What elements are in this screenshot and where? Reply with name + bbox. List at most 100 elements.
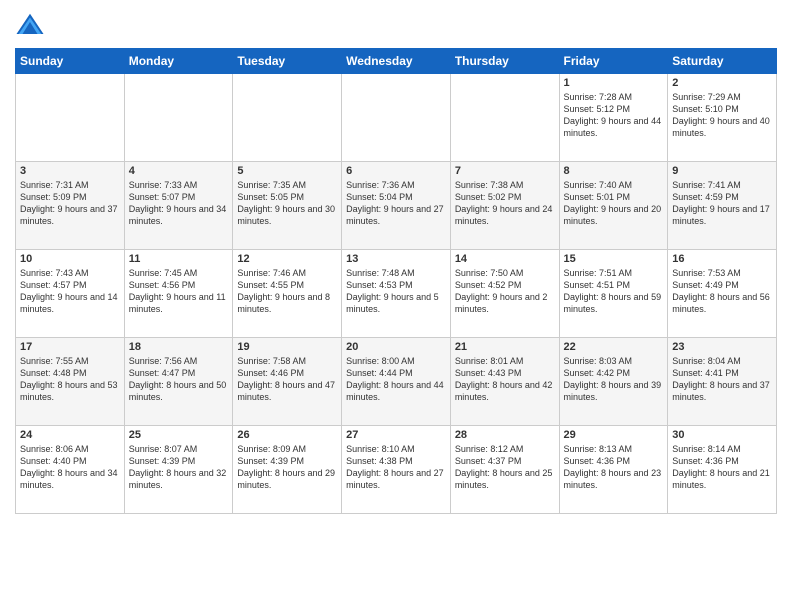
day-number: 18 xyxy=(129,341,229,353)
day-number: 2 xyxy=(672,77,772,89)
logo xyxy=(15,10,49,40)
day-number: 5 xyxy=(237,165,337,177)
calendar-table: SundayMondayTuesdayWednesdayThursdayFrid… xyxy=(15,48,777,514)
calendar-cell: 26 Sunrise: 8:09 AM Sunset: 4:39 PM Dayli… xyxy=(233,426,342,514)
calendar-cell: 30 Sunrise: 8:14 AM Sunset: 4:36 PM Dayli… xyxy=(668,426,777,514)
calendar-cell: 17 Sunrise: 7:55 AM Sunset: 4:48 PM Dayli… xyxy=(16,338,125,426)
day-info: Sunrise: 8:03 AM Sunset: 4:42 PM Dayligh… xyxy=(564,355,664,404)
day-number: 9 xyxy=(672,165,772,177)
day-number: 20 xyxy=(346,341,446,353)
day-info: Sunrise: 7:55 AM Sunset: 4:48 PM Dayligh… xyxy=(20,355,120,404)
calendar-cell: 27 Sunrise: 8:10 AM Sunset: 4:38 PM Dayli… xyxy=(342,426,451,514)
calendar-cell: 12 Sunrise: 7:46 AM Sunset: 4:55 PM Dayli… xyxy=(233,250,342,338)
day-number: 26 xyxy=(237,429,337,441)
day-info: Sunrise: 7:36 AM Sunset: 5:04 PM Dayligh… xyxy=(346,179,446,228)
weekday-header-monday: Monday xyxy=(124,49,233,74)
calendar-cell xyxy=(16,74,125,162)
calendar-cell: 1Sunrise: 7:28 AM Sunset: 5:12 PM Daylig… xyxy=(559,74,668,162)
day-number: 28 xyxy=(455,429,555,441)
day-number: 19 xyxy=(237,341,337,353)
week-row-2: 3 Sunrise: 7:31 AM Sunset: 5:09 PM Daylig… xyxy=(16,162,777,250)
day-info: Sunrise: 8:13 AM Sunset: 4:36 PM Dayligh… xyxy=(564,443,664,492)
day-number: 24 xyxy=(20,429,120,441)
day-info: Sunrise: 8:04 AM Sunset: 4:41 PM Dayligh… xyxy=(672,355,772,404)
day-number: 12 xyxy=(237,253,337,265)
day-info: Sunrise: 7:56 AM Sunset: 4:47 PM Dayligh… xyxy=(129,355,229,404)
day-number: 21 xyxy=(455,341,555,353)
day-info: Sunrise: 7:31 AM Sunset: 5:09 PM Dayligh… xyxy=(20,179,120,228)
day-info: Sunrise: 7:58 AM Sunset: 4:46 PM Dayligh… xyxy=(237,355,337,404)
day-number: 13 xyxy=(346,253,446,265)
day-number: 3 xyxy=(20,165,120,177)
weekday-header-saturday: Saturday xyxy=(668,49,777,74)
header xyxy=(15,10,777,40)
day-info: Sunrise: 8:01 AM Sunset: 4:43 PM Dayligh… xyxy=(455,355,555,404)
day-info: Sunrise: 7:46 AM Sunset: 4:55 PM Dayligh… xyxy=(237,267,337,316)
day-info: Sunrise: 7:53 AM Sunset: 4:49 PM Dayligh… xyxy=(672,267,772,316)
weekday-header-thursday: Thursday xyxy=(450,49,559,74)
day-info: Sunrise: 7:29 AM Sunset: 5:10 PM Dayligh… xyxy=(672,91,772,140)
day-info: Sunrise: 7:41 AM Sunset: 4:59 PM Dayligh… xyxy=(672,179,772,228)
calendar-cell: 8Sunrise: 7:40 AM Sunset: 5:01 PM Daylig… xyxy=(559,162,668,250)
day-number: 1 xyxy=(564,77,664,89)
page: SundayMondayTuesdayWednesdayThursdayFrid… xyxy=(0,0,792,612)
weekday-header-sunday: Sunday xyxy=(16,49,125,74)
day-info: Sunrise: 7:35 AM Sunset: 5:05 PM Dayligh… xyxy=(237,179,337,228)
day-info: Sunrise: 7:48 AM Sunset: 4:53 PM Dayligh… xyxy=(346,267,446,316)
day-number: 11 xyxy=(129,253,229,265)
calendar-cell: 16 Sunrise: 7:53 AM Sunset: 4:49 PM Dayli… xyxy=(668,250,777,338)
calendar-cell: 19 Sunrise: 7:58 AM Sunset: 4:46 PM Dayli… xyxy=(233,338,342,426)
day-info: Sunrise: 8:00 AM Sunset: 4:44 PM Dayligh… xyxy=(346,355,446,404)
calendar-cell: 14Sunrise: 7:50 AM Sunset: 4:52 PM Dayli… xyxy=(450,250,559,338)
calendar-cell: 11 Sunrise: 7:45 AM Sunset: 4:56 PM Dayli… xyxy=(124,250,233,338)
day-number: 27 xyxy=(346,429,446,441)
calendar-cell: 9 Sunrise: 7:41 AM Sunset: 4:59 PM Daylig… xyxy=(668,162,777,250)
calendar-cell: 29 Sunrise: 8:13 AM Sunset: 4:36 PM Dayli… xyxy=(559,426,668,514)
calendar-cell: 15 Sunrise: 7:51 AM Sunset: 4:51 PM Dayli… xyxy=(559,250,668,338)
week-row-1: 1Sunrise: 7:28 AM Sunset: 5:12 PM Daylig… xyxy=(16,74,777,162)
day-number: 16 xyxy=(672,253,772,265)
day-info: Sunrise: 7:51 AM Sunset: 4:51 PM Dayligh… xyxy=(564,267,664,316)
calendar-cell: 7 Sunrise: 7:38 AM Sunset: 5:02 PM Daylig… xyxy=(450,162,559,250)
calendar-cell: 10 Sunrise: 7:43 AM Sunset: 4:57 PM Dayli… xyxy=(16,250,125,338)
day-number: 17 xyxy=(20,341,120,353)
day-info: Sunrise: 7:45 AM Sunset: 4:56 PM Dayligh… xyxy=(129,267,229,316)
day-info: Sunrise: 7:33 AM Sunset: 5:07 PM Dayligh… xyxy=(129,179,229,228)
weekday-header-tuesday: Tuesday xyxy=(233,49,342,74)
day-info: Sunrise: 7:38 AM Sunset: 5:02 PM Dayligh… xyxy=(455,179,555,228)
day-number: 4 xyxy=(129,165,229,177)
calendar-cell: 4 Sunrise: 7:33 AM Sunset: 5:07 PM Daylig… xyxy=(124,162,233,250)
calendar-cell: 21 Sunrise: 8:01 AM Sunset: 4:43 PM Dayli… xyxy=(450,338,559,426)
calendar-cell xyxy=(124,74,233,162)
weekday-header-friday: Friday xyxy=(559,49,668,74)
day-info: Sunrise: 7:40 AM Sunset: 5:01 PM Dayligh… xyxy=(564,179,664,228)
calendar-cell: 23Sunrise: 8:04 AM Sunset: 4:41 PM Dayli… xyxy=(668,338,777,426)
day-number: 10 xyxy=(20,253,120,265)
calendar-cell: 25 Sunrise: 8:07 AM Sunset: 4:39 PM Dayli… xyxy=(124,426,233,514)
day-info: Sunrise: 7:50 AM Sunset: 4:52 PM Dayligh… xyxy=(455,267,555,316)
calendar-cell: 18 Sunrise: 7:56 AM Sunset: 4:47 PM Dayli… xyxy=(124,338,233,426)
logo-icon xyxy=(15,10,45,40)
calendar-cell: 22Sunrise: 8:03 AM Sunset: 4:42 PM Dayli… xyxy=(559,338,668,426)
calendar-cell: 2 Sunrise: 7:29 AM Sunset: 5:10 PM Daylig… xyxy=(668,74,777,162)
calendar-cell xyxy=(342,74,451,162)
calendar-cell: 24 Sunrise: 8:06 AM Sunset: 4:40 PM Dayli… xyxy=(16,426,125,514)
calendar-cell: 13 Sunrise: 7:48 AM Sunset: 4:53 PM Dayli… xyxy=(342,250,451,338)
week-row-3: 10 Sunrise: 7:43 AM Sunset: 4:57 PM Dayli… xyxy=(16,250,777,338)
day-info: Sunrise: 8:07 AM Sunset: 4:39 PM Dayligh… xyxy=(129,443,229,492)
day-info: Sunrise: 8:09 AM Sunset: 4:39 PM Dayligh… xyxy=(237,443,337,492)
day-info: Sunrise: 8:10 AM Sunset: 4:38 PM Dayligh… xyxy=(346,443,446,492)
day-info: Sunrise: 8:06 AM Sunset: 4:40 PM Dayligh… xyxy=(20,443,120,492)
day-number: 6 xyxy=(346,165,446,177)
calendar-cell xyxy=(233,74,342,162)
weekday-header-row: SundayMondayTuesdayWednesdayThursdayFrid… xyxy=(16,49,777,74)
week-row-5: 24 Sunrise: 8:06 AM Sunset: 4:40 PM Dayli… xyxy=(16,426,777,514)
day-number: 30 xyxy=(672,429,772,441)
calendar-cell: 5 Sunrise: 7:35 AM Sunset: 5:05 PM Daylig… xyxy=(233,162,342,250)
day-number: 25 xyxy=(129,429,229,441)
day-info: Sunrise: 8:14 AM Sunset: 4:36 PM Dayligh… xyxy=(672,443,772,492)
day-info: Sunrise: 7:43 AM Sunset: 4:57 PM Dayligh… xyxy=(20,267,120,316)
day-number: 15 xyxy=(564,253,664,265)
day-number: 29 xyxy=(564,429,664,441)
day-number: 7 xyxy=(455,165,555,177)
